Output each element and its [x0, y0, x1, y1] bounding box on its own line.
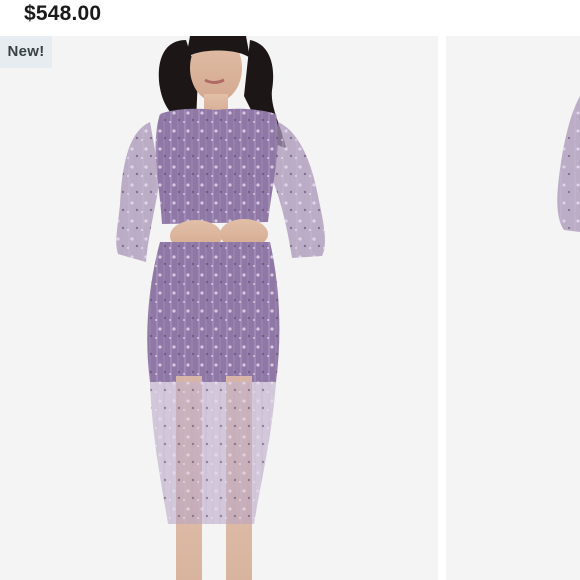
product-price: $548.00: [24, 2, 102, 25]
dress-photo-illustration: [116, 36, 325, 580]
dress-photo-partial-illustration: [557, 96, 580, 232]
new-badge: New!: [0, 36, 52, 68]
listing-page: $548.00 New!: [0, 0, 580, 580]
image-carousel[interactable]: New!: [0, 36, 580, 580]
main-product-image[interactable]: New!: [0, 36, 438, 580]
next-product-image[interactable]: [446, 36, 580, 580]
